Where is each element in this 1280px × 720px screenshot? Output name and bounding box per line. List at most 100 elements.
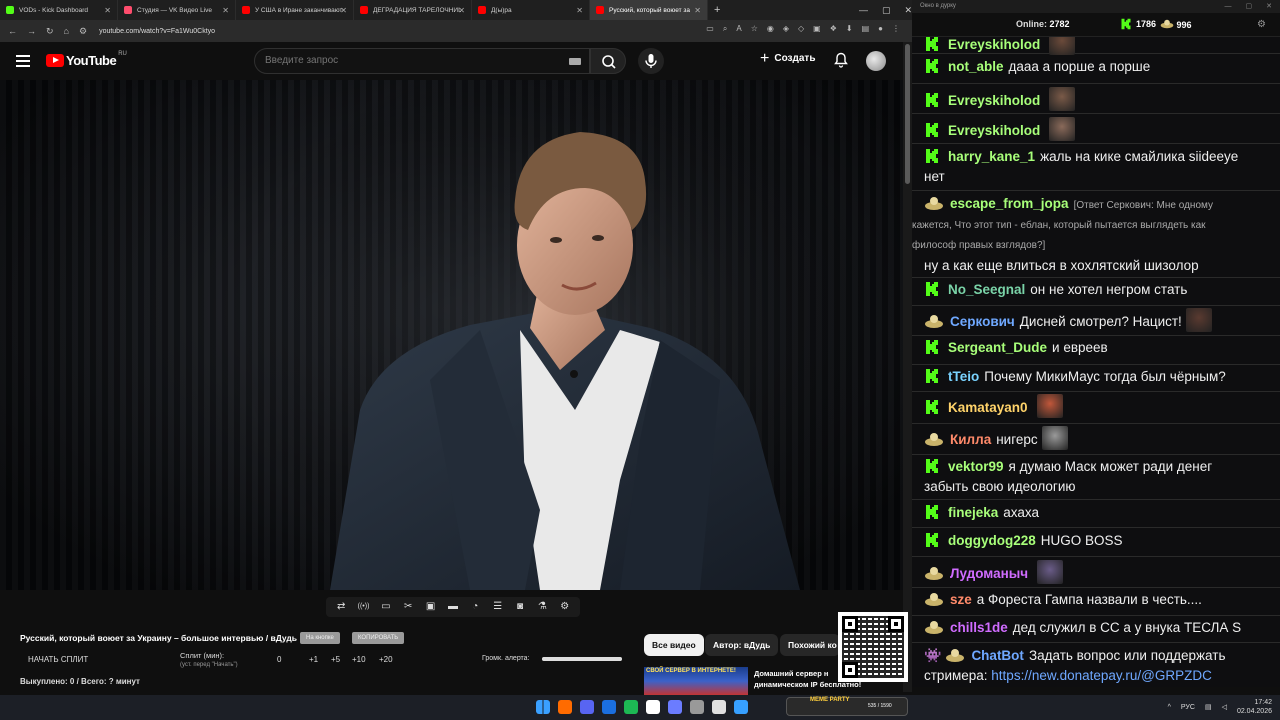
- obs-icon[interactable]: [646, 700, 660, 714]
- minimize-icon[interactable]: —: [1225, 0, 1232, 13]
- zoom-icon[interactable]: ⌕: [723, 24, 727, 34]
- extension-icon[interactable]: ▣: [813, 24, 821, 34]
- chat-message[interactable]: Лудоманыч: [924, 560, 1264, 584]
- notifications-button[interactable]: [834, 52, 848, 73]
- screenshot-icon[interactable]: ◙: [513, 601, 527, 613]
- chat-message[interactable]: Evreyskiholod: [924, 37, 1264, 55]
- speed-icon[interactable]: ◔: [468, 601, 482, 613]
- search-input[interactable]: [265, 55, 555, 66]
- browser-icon[interactable]: [558, 700, 572, 714]
- settings-icon[interactable]: ⚙: [558, 601, 572, 613]
- discord-icon[interactable]: [580, 700, 594, 714]
- close-icon[interactable]: ✕: [1266, 0, 1272, 13]
- account-avatar[interactable]: [866, 51, 886, 71]
- minimize-icon[interactable]: —: [859, 5, 868, 15]
- tab-close-icon[interactable]: ✕: [222, 6, 229, 15]
- youtube-logo[interactable]: YouTube RU: [46, 51, 127, 68]
- chat-message[interactable]: vektor99 я думаю Маск может ради денег заб…: [924, 457, 1264, 497]
- donate-link[interactable]: https://new.donatepay.ru/@GRPZDC: [991, 668, 1212, 683]
- transcript-icon[interactable]: ☰: [491, 601, 505, 613]
- create-button[interactable]: + Создать: [760, 50, 815, 66]
- chat-message[interactable]: chills1de дед служил в СС а у внука ТЕСЛА…: [924, 618, 1264, 638]
- profile-icon[interactable]: ●: [878, 24, 883, 34]
- split-value-button[interactable]: +10: [352, 655, 366, 664]
- chat-message[interactable]: tTeio Почему МикиМаус тогда был чёрным?: [924, 367, 1264, 387]
- theater-icon[interactable]: ▬: [446, 601, 460, 613]
- browser-menu-icon[interactable]: ⋮: [892, 24, 900, 34]
- chip-all-videos[interactable]: Все видео: [644, 634, 704, 656]
- split-value-button[interactable]: +20: [379, 655, 393, 664]
- chat-username[interactable]: Evreyskiholod: [948, 93, 1040, 108]
- chat-username[interactable]: chills1de: [950, 620, 1008, 635]
- chat-username[interactable]: No_Seegnal: [948, 282, 1025, 297]
- chat-username[interactable]: ChatBot: [971, 648, 1024, 663]
- sidebar-icon[interactable]: ▤: [862, 24, 870, 34]
- tab-close-icon[interactable]: ✕: [340, 6, 347, 15]
- extension-icon[interactable]: ◈: [783, 24, 789, 34]
- chat-username[interactable]: doggydog228: [948, 533, 1036, 548]
- spotify-icon[interactable]: [624, 700, 638, 714]
- site-info-icon[interactable]: ⚙: [79, 26, 87, 37]
- forward-icon[interactable]: →: [27, 26, 36, 36]
- chat-message[interactable]: Evreyskiholod: [924, 117, 1264, 141]
- chat-message[interactable]: Sergeant_Dude и евреев: [924, 338, 1264, 358]
- chat-username[interactable]: sze: [950, 592, 972, 607]
- chat-username[interactable]: Килла: [950, 432, 991, 447]
- search-button[interactable]: [590, 48, 626, 74]
- chat-username[interactable]: Evreyskiholod: [948, 37, 1040, 52]
- miniplayer-icon[interactable]: ▣: [424, 601, 438, 613]
- split-value-button[interactable]: +1: [309, 655, 318, 664]
- maximize-icon[interactable]: ▢: [1246, 0, 1253, 13]
- telegram-icon[interactable]: [734, 700, 748, 714]
- url-field[interactable]: youtube.com/watch?v=Fa1Wu0Cktyo: [99, 28, 215, 35]
- extension-icon[interactable]: ◇: [798, 24, 804, 34]
- tab-close-icon[interactable]: ✕: [694, 6, 701, 15]
- extension-icon[interactable]: ◉: [767, 24, 774, 34]
- chat-username[interactable]: not_able: [948, 59, 1004, 74]
- translate-icon[interactable]: A: [736, 24, 741, 34]
- chat-message[interactable]: Evreyskiholod: [924, 87, 1264, 111]
- tab-close-icon[interactable]: ✕: [576, 6, 583, 15]
- chat-username[interactable]: Kamatayan0: [948, 400, 1028, 415]
- split-value-button[interactable]: +5: [331, 655, 340, 664]
- clip-icon[interactable]: ✂: [401, 601, 415, 613]
- browser-tab[interactable]: Студия — VK Видео Live ✕: [118, 0, 236, 20]
- chat-username[interactable]: tTeio: [948, 369, 979, 384]
- split-value-button[interactable]: 0: [277, 655, 281, 664]
- media-icon[interactable]: [712, 700, 726, 714]
- back-icon[interactable]: ←: [8, 26, 17, 36]
- timecode-button[interactable]: На кнопке: [300, 632, 340, 644]
- start-split-button[interactable]: НАЧАТЬ СПЛИТ: [28, 655, 88, 664]
- chat-message[interactable]: Kamatayan0: [924, 394, 1264, 418]
- app-icon[interactable]: [668, 700, 682, 714]
- chat-message[interactable]: sze а Фореста Гампа назвали в честь....: [924, 590, 1264, 610]
- chat-username[interactable]: harry_kane_1: [948, 149, 1035, 164]
- chat-message-list[interactable]: Evreyskiholod not_able дааа а порше а порш…: [912, 37, 1280, 687]
- chat-username[interactable]: Серкович: [950, 314, 1015, 329]
- home-icon[interactable]: ⌂: [64, 26, 69, 36]
- language-indicator[interactable]: РУС: [1181, 704, 1195, 711]
- close-icon[interactable]: ✕: [904, 5, 912, 16]
- keyboard-icon[interactable]: [569, 58, 581, 65]
- volume-icon[interactable]: ◁: [1222, 703, 1227, 711]
- new-tab-icon[interactable]: +: [714, 4, 720, 16]
- terminal-icon[interactable]: [690, 700, 704, 714]
- chat-username[interactable]: Evreyskiholod: [948, 123, 1040, 138]
- chat-message[interactable]: finejeka ахаха: [924, 503, 1264, 523]
- repeat-icon[interactable]: ⇄: [334, 601, 348, 613]
- chat-message[interactable]: No_Seegnal он не хотел негром стать: [924, 280, 1264, 300]
- voice-search-button[interactable]: [638, 48, 664, 74]
- tab-close-icon[interactable]: ✕: [104, 6, 111, 15]
- reload-icon[interactable]: ↻: [46, 26, 54, 37]
- clock[interactable]: 17:42 02.04.2026: [1237, 698, 1272, 716]
- install-icon[interactable]: ▭: [706, 24, 714, 34]
- chat-username[interactable]: Лудоманыч: [950, 566, 1028, 581]
- chat-message[interactable]: doggydog228 HUGO BOSS: [924, 531, 1264, 551]
- download-icon[interactable]: ⬇: [846, 24, 853, 34]
- extension-icon[interactable]: ❖: [830, 24, 837, 34]
- chat-message[interactable]: harry_kane_1 жаль на кике смайлика siidee…: [924, 147, 1264, 187]
- chat-username[interactable]: escape_from_jopa: [950, 196, 1069, 211]
- copy-button[interactable]: КОПИРОВАТЬ: [352, 632, 405, 644]
- page-scrollbar-thumb[interactable]: [905, 44, 910, 184]
- start-icon[interactable]: [536, 700, 550, 714]
